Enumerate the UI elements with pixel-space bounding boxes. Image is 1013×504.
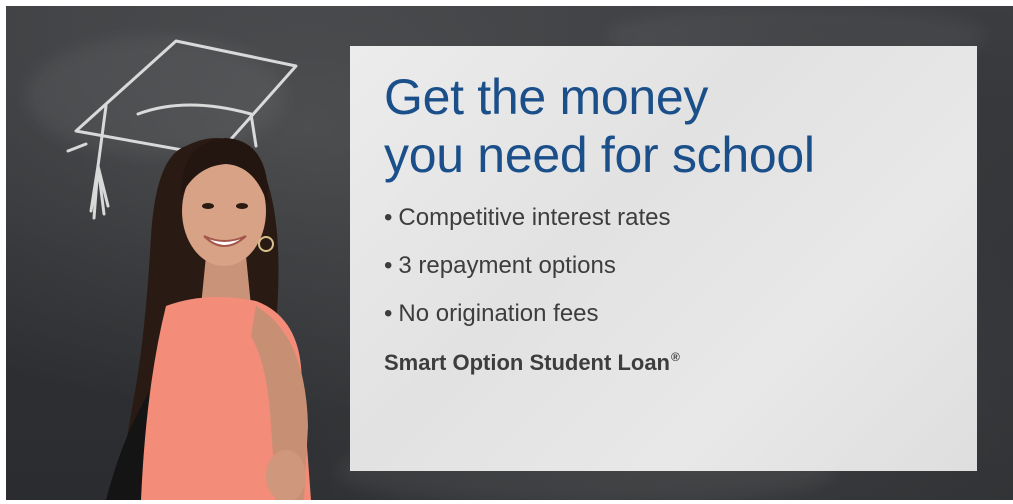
headline-line-1: Get the money bbox=[384, 69, 709, 125]
feature-item: • Competitive interest rates bbox=[384, 206, 977, 230]
promo-banner: Get the money you need for school • Compe… bbox=[6, 6, 1013, 500]
product-name-text: Smart Option Student Loan bbox=[384, 350, 670, 375]
feature-text: No origination fees bbox=[398, 300, 599, 327]
student-photo bbox=[66, 39, 311, 500]
bullet-icon: • bbox=[384, 204, 393, 231]
headline: Get the money you need for school bbox=[384, 68, 977, 184]
product-name: Smart Option Student Loan® bbox=[384, 350, 977, 376]
info-panel: Get the money you need for school • Compe… bbox=[350, 46, 977, 471]
feature-item: • No origination fees bbox=[384, 302, 977, 326]
feature-text: 3 repayment options bbox=[398, 252, 616, 279]
headline-line-2: you need for school bbox=[384, 127, 815, 183]
bullet-icon: • bbox=[384, 300, 393, 327]
registered-mark: ® bbox=[671, 350, 680, 364]
feature-item: • 3 repayment options bbox=[384, 254, 977, 278]
feature-list: • Competitive interest rates • 3 repayment… bbox=[384, 206, 977, 326]
feature-text: Competitive interest rates bbox=[398, 204, 671, 231]
bullet-icon: • bbox=[384, 252, 393, 279]
